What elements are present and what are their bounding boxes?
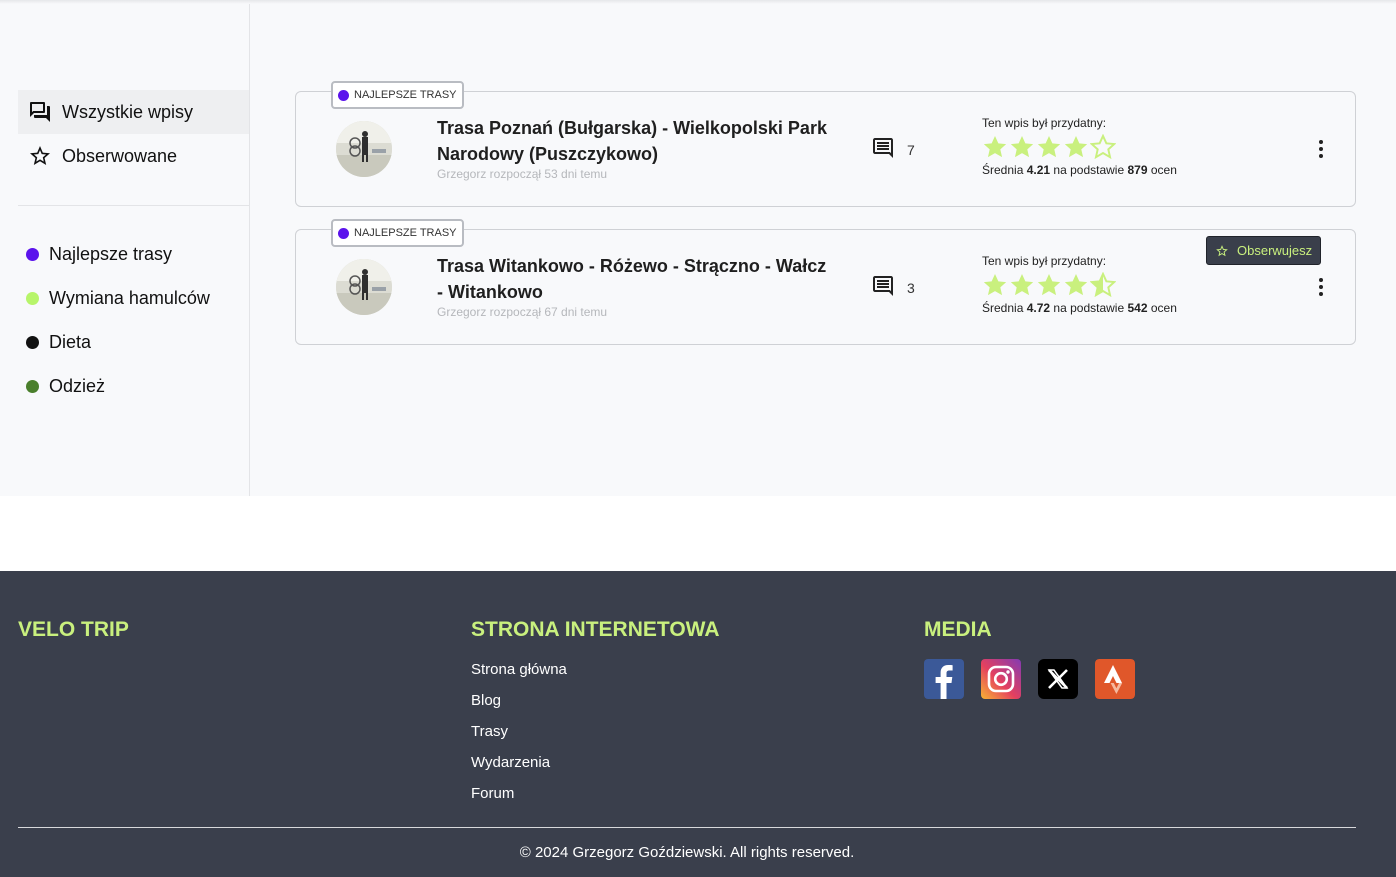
more-options-icon[interactable] (1309, 137, 1333, 161)
category-label: Wymiana hamulców (49, 288, 210, 308)
category-dot (26, 380, 39, 393)
footer-brand: VELO TRIP (18, 618, 129, 641)
post-meta: Grzegorz rozpoczął 53 dni temu (437, 167, 608, 181)
star-icon[interactable] (1063, 272, 1089, 298)
category-tag[interactable]: NAJLEPSZE TRASY (331, 219, 464, 247)
comments-count: 3 (871, 274, 915, 301)
main-area: Wszystkie wpisy Obserwowane Najlepsze tr… (0, 0, 1396, 496)
sidebar-item-label: Obserwowane (62, 145, 178, 166)
star-rating[interactable] (982, 134, 1177, 160)
rating-label: Ten wpis był przydatny: (982, 116, 1107, 130)
sidebar-item-followed[interactable]: Obserwowane (18, 134, 249, 178)
star-icon[interactable] (1009, 272, 1035, 298)
post-meta: Grzegorz rozpoczął 67 dni temu (437, 305, 608, 319)
footer-link-routes[interactable]: Trasy (471, 723, 508, 740)
copyright: © 2024 Grzegorz Goździewski. All rights … (519, 844, 855, 861)
sidebar-item-label: Wszystkie wpisy (62, 101, 194, 122)
star-icon[interactable] (1063, 134, 1089, 160)
star-icon[interactable] (982, 272, 1008, 298)
category-clothing[interactable]: Odzież (26, 376, 105, 397)
comment-count-value: 7 (907, 141, 915, 158)
category-dot (26, 292, 39, 305)
category-tag[interactable]: NAJLEPSZE TRASY (331, 81, 464, 109)
category-label: Dieta (49, 332, 92, 352)
comment-icon (871, 274, 895, 301)
comment-icon (871, 136, 895, 163)
tag-label: NAJLEPSZE TRASY (354, 89, 457, 101)
star-outline-icon (1215, 244, 1229, 258)
star-icon[interactable] (1090, 272, 1116, 298)
category-dot (26, 248, 39, 261)
star-icon[interactable] (1009, 134, 1035, 160)
category-label: Odzież (49, 376, 106, 396)
sidebar-item-all-posts[interactable]: Wszystkie wpisy (18, 90, 249, 134)
star-icon[interactable] (1036, 272, 1062, 298)
following-label: Obserwujesz (1237, 243, 1313, 258)
forum-icon (28, 100, 52, 124)
avatar (336, 259, 392, 315)
more-options-icon[interactable] (1309, 275, 1333, 299)
category-diet[interactable]: Dieta (26, 332, 91, 353)
footer-link-home[interactable]: Strona główna (471, 661, 567, 678)
post-card[interactable]: NAJLEPSZE TRASY Trasa Poznań (Bułgarska)… (295, 81, 1356, 207)
sidebar-divider (18, 205, 249, 206)
category-label: Najlepsze trasy (49, 244, 173, 264)
category-brakes[interactable]: Wymiana hamulców (26, 288, 210, 309)
rating: Ten wpis był przydatny: Średnia 4.21 na … (982, 116, 1177, 177)
post-title[interactable]: Trasa Poznań (Bułgarska) - Wielkopolski … (437, 115, 832, 167)
rating-label: Ten wpis był przydatny: (982, 254, 1107, 268)
rating: Ten wpis był przydatny: Średnia 4.72 na … (982, 254, 1177, 315)
star-rating[interactable] (982, 272, 1177, 298)
avatar (336, 121, 392, 177)
footer-media-heading: MEDIA (924, 618, 992, 641)
tag-label: NAJLEPSZE TRASY (354, 227, 457, 239)
star-icon[interactable] (1036, 134, 1062, 160)
post-title[interactable]: Trasa Witankowo - Różewo - Strączno - Wa… (437, 253, 832, 305)
rating-average: Średnia 4.21 na podstawie 879 ocen (982, 163, 1177, 177)
footer-link-events[interactable]: Wydarzenia (471, 754, 550, 771)
instagram-icon[interactable] (981, 659, 1021, 699)
star-icon[interactable] (1090, 134, 1116, 160)
category-best-routes[interactable]: Najlepsze trasy (26, 244, 172, 265)
post-card[interactable]: NAJLEPSZE TRASY Trasa Witankowo - Różewo… (295, 219, 1356, 345)
x-icon[interactable] (1038, 659, 1078, 699)
tag-dot (338, 89, 349, 101)
footer: VELO TRIP STRONA INTERNETOWA Strona głów… (0, 571, 1396, 877)
comments-count: 7 (871, 136, 915, 163)
footer-divider (18, 827, 1356, 828)
sidebar: Wszystkie wpisy Obserwowane Najlepsze tr… (0, 4, 250, 496)
strava-icon[interactable] (1095, 659, 1135, 699)
category-dot (26, 336, 39, 349)
star-outline-icon (28, 144, 52, 168)
footer-website-heading: STRONA INTERNETOWA (471, 618, 720, 641)
comment-count-value: 3 (907, 279, 915, 296)
footer-link-blog[interactable]: Blog (471, 692, 501, 709)
rating-average: Średnia 4.72 na podstawie 542 ocen (982, 301, 1177, 315)
star-icon[interactable] (982, 134, 1008, 160)
facebook-icon[interactable] (924, 659, 964, 699)
tag-dot (338, 227, 349, 239)
footer-link-forum[interactable]: Forum (471, 785, 514, 802)
following-badge[interactable]: Obserwujesz (1206, 236, 1322, 265)
